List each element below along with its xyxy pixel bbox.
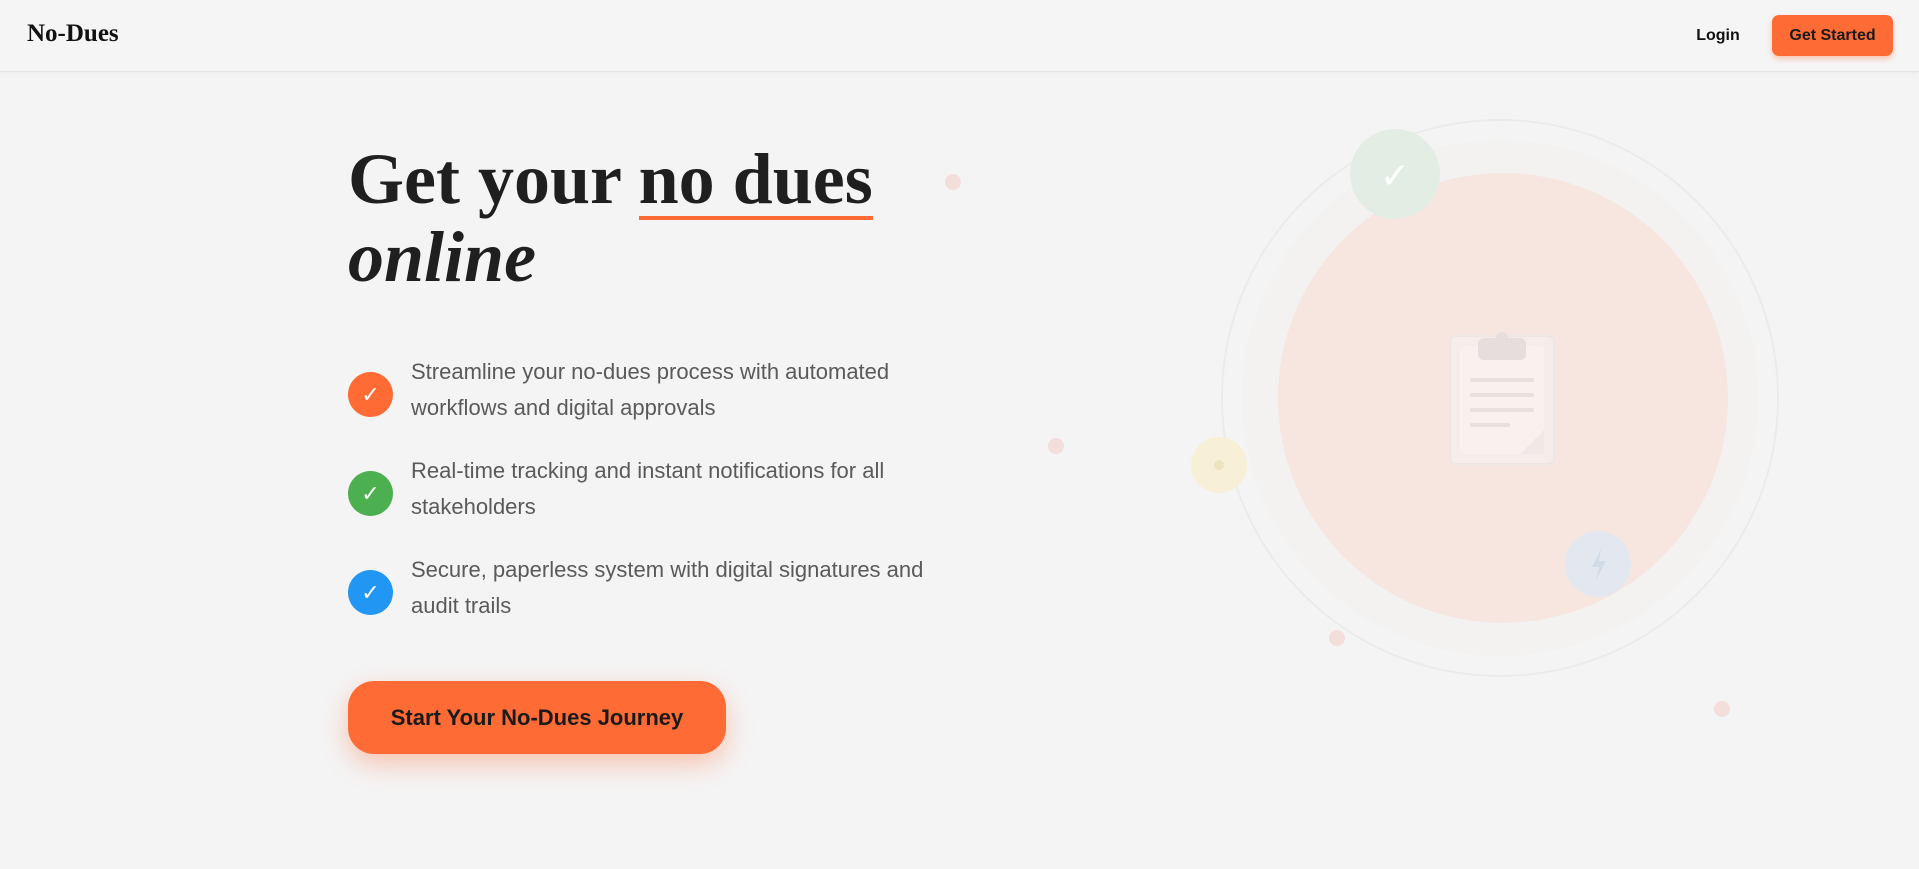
decor-dot bbox=[1048, 438, 1064, 454]
hero-title-plain: Get your bbox=[348, 139, 639, 219]
check-icon: ✓ bbox=[348, 372, 393, 417]
decor-dot bbox=[945, 174, 961, 190]
feature-text: Secure, paperless system with digital si… bbox=[411, 557, 924, 618]
check-icon: ✓ bbox=[348, 471, 393, 516]
hero-title-italic: online bbox=[348, 217, 537, 297]
clipboard-icon bbox=[1449, 332, 1555, 465]
orbit-ring-outer bbox=[1221, 119, 1779, 677]
start-journey-button[interactable]: Start Your No-Dues Journey bbox=[348, 681, 726, 754]
feature-text: Streamline your no-dues process with aut… bbox=[411, 359, 890, 420]
brand-logo[interactable]: No-Dues bbox=[27, 20, 119, 48]
feature-list: ✓ Streamline your no-dues process with a… bbox=[348, 354, 968, 651]
feature-item: ✓ Real-time tracking and instant notific… bbox=[348, 453, 968, 552]
feature-item: ✓ Streamline your no-dues process with a… bbox=[348, 354, 968, 453]
feature-text: Real-time tracking and instant notificat… bbox=[411, 458, 885, 519]
hero-title: Get your no dues online bbox=[348, 140, 873, 296]
floating-check-badge: ✓ bbox=[1350, 129, 1440, 219]
login-button[interactable]: Login bbox=[1682, 22, 1754, 50]
hero-circle bbox=[1278, 173, 1728, 623]
sun-icon bbox=[1191, 437, 1247, 493]
decor-dot bbox=[1714, 701, 1730, 717]
svg-text:✓: ✓ bbox=[1380, 156, 1410, 197]
orbit-ring-inner bbox=[1242, 140, 1758, 656]
lightning-icon bbox=[1565, 531, 1631, 597]
feature-item: ✓ Secure, paperless system with digital … bbox=[348, 552, 968, 651]
check-icon: ✓ bbox=[348, 570, 393, 615]
decor-dot bbox=[1329, 630, 1345, 646]
hero-title-highlight: no dues bbox=[638, 139, 873, 220]
top-navbar: No-Dues Login Get Started bbox=[0, 0, 1919, 72]
get-started-button[interactable]: Get Started bbox=[1772, 15, 1893, 56]
